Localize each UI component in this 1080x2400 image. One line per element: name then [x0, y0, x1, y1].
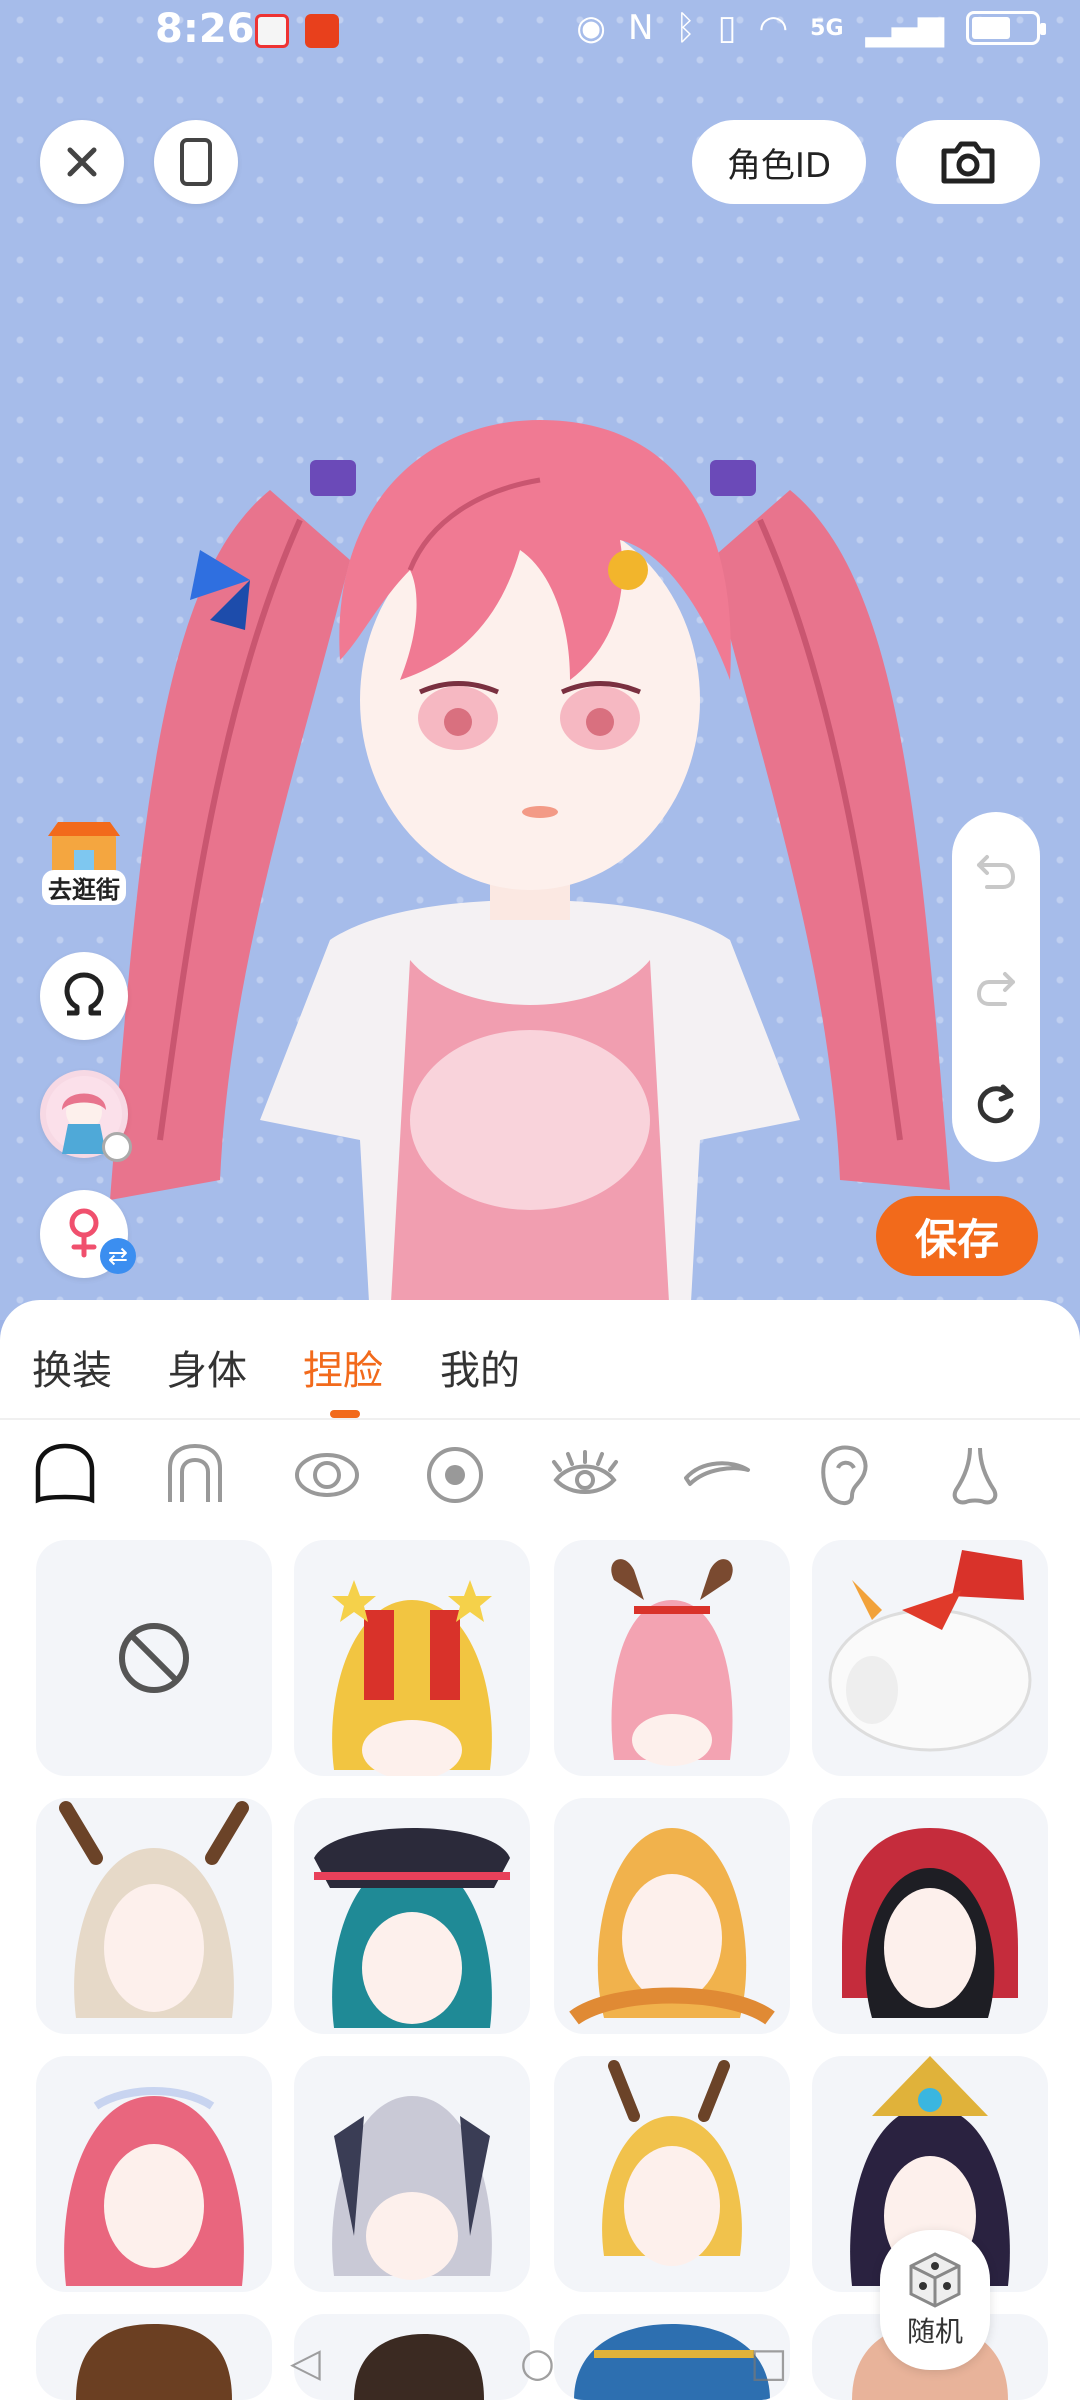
hair-thumbnail — [574, 2324, 770, 2400]
hair-item[interactable] — [554, 1540, 790, 1776]
hair-thumbnail — [76, 2324, 232, 2400]
go-street-label: 去逛街 — [42, 869, 126, 905]
hair-item[interactable] — [36, 1798, 272, 2034]
hair-thumbnail — [602, 2060, 742, 2266]
item-none[interactable] — [36, 1540, 272, 1776]
undo-icon[interactable] — [973, 847, 1019, 893]
camera-icon — [941, 141, 995, 184]
swap-icon: ⇄ — [100, 1238, 136, 1274]
hair-item[interactable] — [812, 1540, 1048, 1776]
bluetooth-icon: ᛒ — [675, 8, 696, 48]
eyeball-icon[interactable] — [420, 1440, 490, 1510]
signal-label: 5G — [810, 15, 844, 41]
hair-item[interactable] — [36, 2314, 272, 2400]
hair-item[interactable] — [294, 1798, 530, 2034]
close-button[interactable] — [40, 120, 124, 204]
hair-item[interactable] — [554, 2314, 790, 2400]
head-shape-icon[interactable] — [30, 1440, 100, 1510]
outline-toggle-button[interactable] — [40, 952, 128, 1040]
status-time: 8:26 — [155, 6, 255, 52]
nose-icon[interactable] — [940, 1440, 1010, 1510]
customize-panel: 换装 身体 捏脸 我的 随机 — [0, 1300, 1080, 2400]
hair-thumbnail — [332, 1580, 492, 1776]
eyelash-icon[interactable] — [550, 1440, 620, 1510]
go-street-button[interactable]: 去逛街 — [38, 816, 130, 908]
tab-body[interactable]: 身体 — [167, 1338, 247, 1396]
hair-thumbnail — [842, 1828, 1018, 2018]
hair-item[interactable] — [36, 2056, 272, 2292]
nfc-icon: N — [627, 8, 654, 48]
status-bar: 8:26 ◉ N ᛒ ▯ ◠ 5G ▂▄▆ — [0, 0, 1080, 64]
tabs-divider — [0, 1418, 1080, 1420]
history-controls — [952, 812, 1040, 1162]
hair-item[interactable] — [554, 2056, 790, 2292]
hair-item[interactable] — [294, 2314, 530, 2400]
active-tab-indicator — [330, 1410, 360, 1418]
hair-item[interactable] — [294, 1540, 530, 1776]
avatar-scene[interactable]: 8:26 ◉ N ᛒ ▯ ◠ 5G ▂▄▆ 角色ID 去逛街 ⇄ 保存 — [0, 0, 1080, 1320]
eye-icon: ◉ — [576, 8, 606, 48]
hair-thumbnail — [569, 1828, 775, 2025]
hair-item[interactable] — [554, 1798, 790, 2034]
hair-item[interactable] — [294, 2056, 530, 2292]
taobao-app-icon — [305, 14, 339, 48]
hair-thumbnail — [314, 1828, 510, 2028]
omega-icon — [64, 972, 104, 1016]
redo-icon[interactable] — [973, 964, 1019, 1010]
cell-signal-icon: ▂▄▆ — [865, 8, 944, 48]
hair-item[interactable] — [812, 1798, 1048, 2034]
shop-icon — [48, 821, 120, 874]
gender-switch-button[interactable]: ⇄ — [40, 1190, 136, 1278]
hair-thumbnail — [332, 2096, 492, 2280]
role-id-button[interactable]: 角色ID — [692, 120, 866, 204]
random-button[interactable]: 随机 — [880, 2230, 990, 2370]
vibrate-icon: ▯ — [717, 8, 737, 48]
dice-icon — [909, 2252, 961, 2308]
eye-shape-icon[interactable] — [292, 1440, 362, 1510]
hair-thumbnail — [828, 1550, 1032, 1752]
random-label: 随机 — [906, 2315, 963, 2348]
hair-thumbnail — [64, 2087, 244, 2286]
tab-face[interactable]: 捏脸 — [303, 1338, 383, 1396]
category-tabs: 换装 身体 捏脸 我的 — [0, 1338, 1080, 1418]
no-entry-icon — [102, 1132, 132, 1162]
role-id-label: 角色ID — [726, 145, 832, 186]
save-button[interactable]: 保存 — [876, 1196, 1038, 1276]
ear-icon[interactable] — [810, 1440, 880, 1510]
status-icons: ◉ N ᛒ ▯ ◠ 5G ▂▄▆ — [576, 8, 1046, 48]
hair-thumbnail — [611, 1559, 733, 1766]
eyebrow-icon[interactable] — [682, 1440, 752, 1510]
hair-shape-icon[interactable] — [160, 1440, 230, 1510]
close-icon — [67, 147, 97, 177]
hair-thumbnail — [354, 2334, 484, 2400]
none-icon — [119, 1623, 189, 1693]
avatar-character[interactable] — [100, 400, 960, 1320]
wifi-icon: ◠ — [758, 8, 789, 48]
face-part-selector — [0, 1440, 1080, 1520]
view-toggle-button[interactable] — [154, 120, 238, 204]
hair-thumbnail — [59, 1801, 249, 2018]
tab-mine[interactable]: 我的 — [440, 1338, 520, 1396]
character-avatar-button[interactable] — [40, 1070, 132, 1162]
tab-outfit[interactable]: 换装 — [32, 1338, 112, 1396]
phone-frame-icon — [180, 138, 212, 186]
battery-icon — [966, 11, 1046, 45]
camera-button[interactable] — [896, 120, 1040, 204]
notification-app-icon — [255, 14, 289, 48]
reset-icon[interactable] — [973, 1081, 1019, 1127]
